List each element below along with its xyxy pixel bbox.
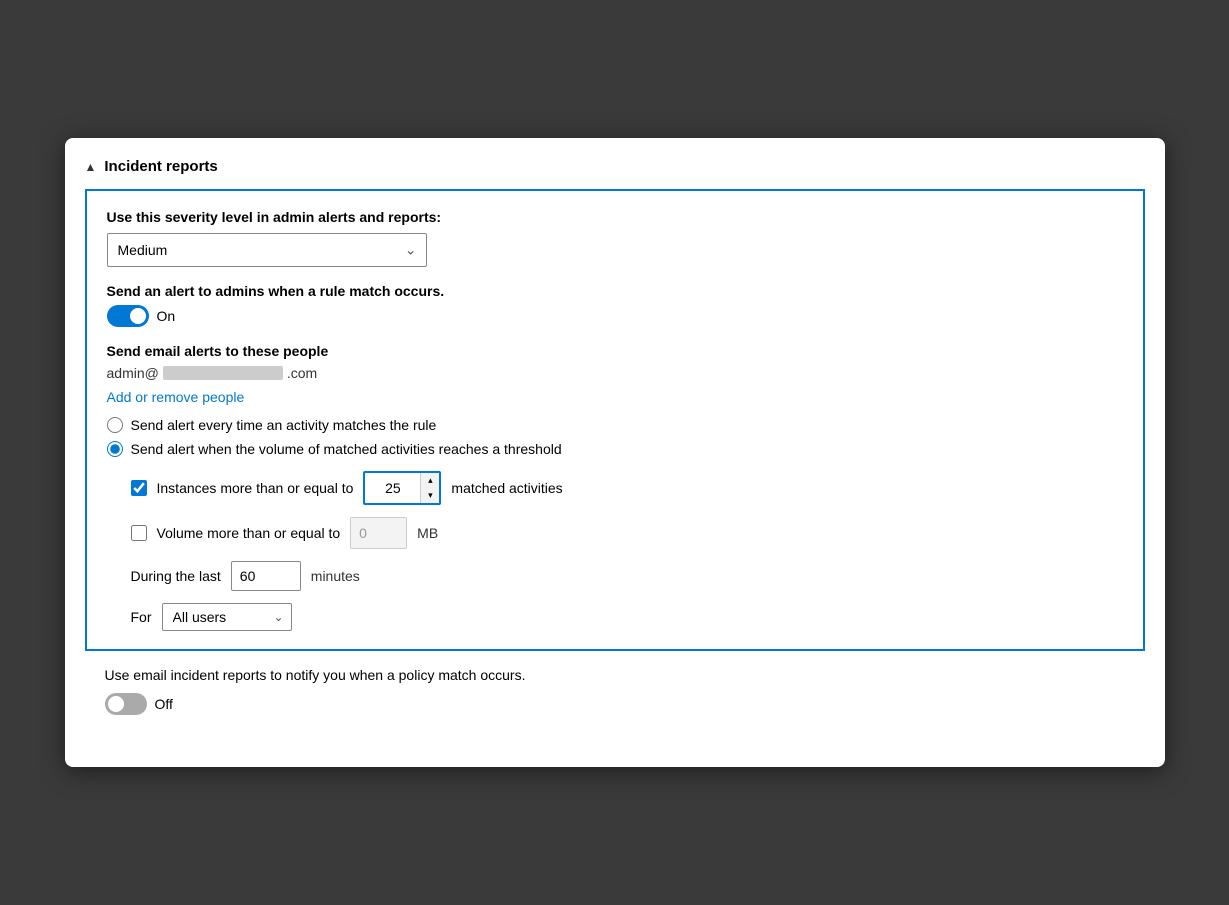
instances-input[interactable] bbox=[365, 473, 420, 503]
volume-unit-label: MB bbox=[417, 525, 438, 541]
incident-reports-toggle-label: Off bbox=[155, 696, 173, 712]
volume-label: Volume more than or equal to bbox=[157, 525, 341, 541]
volume-row: Volume more than or equal to MB bbox=[131, 517, 1123, 549]
instances-spinner-down[interactable]: ▾ bbox=[421, 488, 439, 503]
volume-input-wrapper bbox=[350, 517, 407, 549]
severity-dropdown[interactable]: Low Medium High bbox=[107, 233, 427, 267]
volume-input[interactable] bbox=[351, 518, 406, 548]
for-label: For bbox=[131, 609, 152, 625]
threshold-section: Instances more than or equal to ▴ ▾ matc… bbox=[131, 471, 1123, 631]
radio-every-activity-label: Send alert every time an activity matche… bbox=[131, 417, 437, 433]
add-remove-people-button[interactable]: Add or remove people bbox=[107, 389, 245, 405]
instances-spinner: ▴ ▾ bbox=[420, 473, 439, 503]
collapse-icon[interactable]: ▲ bbox=[85, 160, 97, 174]
instances-checkbox[interactable] bbox=[131, 480, 147, 496]
incident-reports-box: Use this severity level in admin alerts … bbox=[85, 189, 1145, 651]
section-title: Incident reports bbox=[104, 158, 217, 175]
instances-label: Instances more than or equal to bbox=[157, 480, 354, 496]
radio-threshold[interactable] bbox=[107, 441, 123, 457]
email-people-section: Send email alerts to these people admin@… bbox=[107, 343, 1123, 405]
during-label: During the last bbox=[131, 568, 221, 584]
radio-every-activity[interactable] bbox=[107, 417, 123, 433]
radio-threshold-label: Send alert when the volume of matched ac… bbox=[131, 441, 562, 457]
main-container: ▲ Incident reports Use this severity lev… bbox=[65, 138, 1165, 767]
severity-label: Use this severity level in admin alerts … bbox=[107, 209, 1123, 225]
volume-checkbox[interactable] bbox=[131, 525, 147, 541]
alert-admin-label: Send an alert to admins when a rule matc… bbox=[107, 283, 1123, 299]
during-row: During the last minutes bbox=[131, 561, 1123, 591]
section-header: ▲ Incident reports bbox=[85, 158, 1145, 175]
email-suffix: .com bbox=[287, 365, 317, 381]
alert-admin-toggle-thumb bbox=[130, 308, 146, 324]
during-input[interactable] bbox=[231, 561, 301, 591]
alert-admin-toggle-label: On bbox=[157, 308, 176, 324]
for-row: For All users Specific users ⌄ bbox=[131, 603, 1123, 631]
during-unit-label: minutes bbox=[311, 568, 360, 584]
severity-dropdown-wrapper: Low Medium High ⌄ bbox=[107, 233, 427, 267]
radio-row-1: Send alert every time an activity matche… bbox=[107, 417, 1123, 433]
alert-admin-toggle-container: On bbox=[107, 305, 1123, 327]
bottom-section: Use email incident reports to notify you… bbox=[85, 651, 1145, 747]
for-dropdown[interactable]: All users Specific users bbox=[162, 603, 292, 631]
instances-spinner-up[interactable]: ▴ bbox=[421, 473, 439, 488]
matched-activities-label: matched activities bbox=[451, 480, 562, 496]
instances-input-wrapper: ▴ ▾ bbox=[363, 471, 441, 505]
for-dropdown-wrapper: All users Specific users ⌄ bbox=[162, 603, 292, 631]
email-prefix: admin@ bbox=[107, 365, 159, 381]
alert-admin-row: Send an alert to admins when a rule matc… bbox=[107, 283, 1123, 327]
incident-reports-toggle[interactable] bbox=[105, 693, 147, 715]
alert-admin-toggle[interactable] bbox=[107, 305, 149, 327]
email-redacted-domain bbox=[163, 366, 283, 380]
incident-reports-toggle-thumb bbox=[108, 696, 124, 712]
email-people-label: Send email alerts to these people bbox=[107, 343, 1123, 359]
incident-reports-label: Use email incident reports to notify you… bbox=[105, 667, 1125, 683]
instances-row: Instances more than or equal to ▴ ▾ matc… bbox=[131, 471, 1123, 505]
radio-group: Send alert every time an activity matche… bbox=[107, 417, 1123, 457]
radio-row-2: Send alert when the volume of matched ac… bbox=[107, 441, 1123, 457]
email-value-row: admin@ .com bbox=[107, 365, 1123, 381]
incident-reports-toggle-container: Off bbox=[105, 693, 1125, 715]
